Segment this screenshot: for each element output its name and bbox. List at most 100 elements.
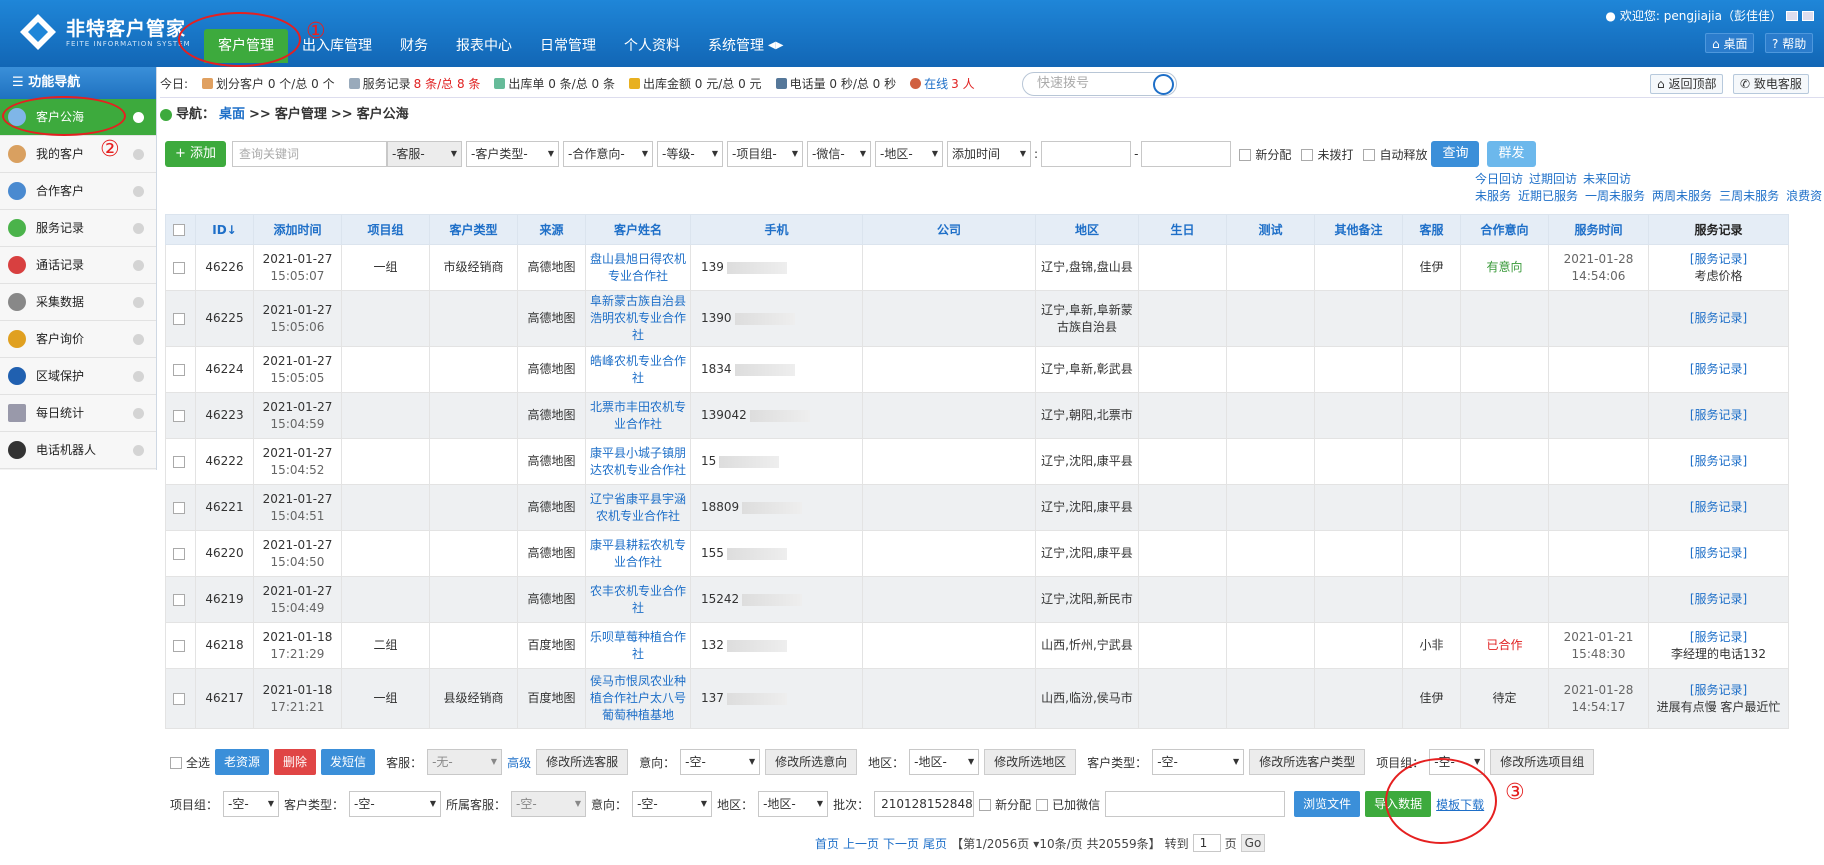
import-region-select[interactable]: -地区- xyxy=(758,791,829,817)
mail-icon[interactable] xyxy=(1786,10,1798,21)
row-select[interactable] xyxy=(165,290,196,347)
cell-name[interactable]: 乐呗草莓种植合作社 xyxy=(585,622,691,669)
sidebar-item-inquiries[interactable]: 客户询价 xyxy=(0,321,156,358)
cell-name[interactable]: 阜新蒙古族自治县浩明农机专业合作社 xyxy=(585,290,691,347)
import-group-select[interactable]: -空- xyxy=(223,791,280,817)
table-row[interactable]: 46221 2021-01-27 15:04:51 高德地图 辽宁省康平县宇涵农机专业合… xyxy=(165,484,1789,531)
new-assign-check-import[interactable]: 新分配 xyxy=(979,796,1031,813)
cell-name[interactable]: 康平县耕耘农机专业合作社 xyxy=(585,530,691,577)
wechat-added-check[interactable]: 已加微信 xyxy=(1036,796,1100,813)
delete-button[interactable]: 删除 xyxy=(274,749,317,775)
import-intent-select[interactable]: -空- xyxy=(632,791,713,817)
table-row[interactable]: 46218 2021-01-18 17:21:29 二组 百度地图 乐呗草莓种植合作社 13… xyxy=(165,622,1789,669)
table-row[interactable]: 46219 2021-01-27 15:04:49 高德地图 农丰农机专业合作社 1524… xyxy=(165,576,1789,623)
table-row[interactable]: 46217 2021-01-18 17:21:21 一组 县级经销商 百度地图 侯马市恨凤农… xyxy=(165,668,1789,729)
modify-region-button[interactable]: 修改所选地区 xyxy=(984,749,1077,775)
customer-name-link[interactable]: 侯马市恨凤农业种植合作社户太八号葡萄种植基地 xyxy=(590,674,686,722)
customer-name-link[interactable]: 辽宁省康平县宇涵农机专业合作社 xyxy=(590,492,686,523)
add-time-select[interactable]: 添加时间 xyxy=(947,141,1032,167)
prev-page-link[interactable]: 上一页 xyxy=(843,835,879,852)
row-select[interactable] xyxy=(165,622,196,669)
add-button[interactable]: + 添加 xyxy=(165,141,227,167)
link-waste[interactable]: 浪费资 xyxy=(1786,187,1822,204)
bulk-send-button[interactable]: 群发 xyxy=(1487,141,1536,167)
sidebar-item-my-customers[interactable]: 我的客户 xyxy=(0,136,156,173)
level-select[interactable]: -等级- xyxy=(657,141,724,167)
bulk-region-select[interactable]: -地区- xyxy=(909,749,980,775)
bulk-cs-select[interactable]: -无- xyxy=(427,749,503,775)
link-expired-visit[interactable]: 过期回访 xyxy=(1529,170,1577,187)
tab-profile[interactable]: 个人资料 xyxy=(610,29,694,63)
project-group-select[interactable]: -项目组- xyxy=(727,141,804,167)
intent-select[interactable]: -合作意向- xyxy=(563,141,654,167)
row-select[interactable] xyxy=(165,576,196,623)
service-record-link[interactable]: [服务记录] xyxy=(1690,592,1747,606)
sidebar-item-phone-robot[interactable]: 电话机器人 xyxy=(0,432,156,469)
sidebar-item-service-records[interactable]: 服务记录 xyxy=(0,210,156,247)
sidebar-item-region-protect[interactable]: 区域保护 xyxy=(0,358,156,395)
send-sms-button[interactable]: 发短信 xyxy=(321,749,376,775)
link-one-week[interactable]: 一周未服务 xyxy=(1585,187,1645,204)
sidebar-item-partners[interactable]: 合作客户 xyxy=(0,173,156,210)
col-id[interactable]: ID↓ xyxy=(195,214,254,245)
per-page-select[interactable]: ▾10条/页 共20559条】 xyxy=(1033,835,1160,852)
row-select[interactable] xyxy=(165,244,196,291)
customer-name-link[interactable]: 乐呗草莓种植合作社 xyxy=(590,630,686,661)
link-today-visit[interactable]: 今日回访 xyxy=(1475,170,1523,187)
help-button[interactable]: ? 帮助 xyxy=(1765,33,1814,53)
cell-name[interactable]: 侯马市恨凤农业种植合作社户太八号葡萄种植基地 xyxy=(585,668,691,729)
date-from-input[interactable] xyxy=(1041,141,1132,167)
dial-phone-icon[interactable] xyxy=(1153,74,1174,95)
service-record-link[interactable]: [服务记录] xyxy=(1690,252,1747,266)
row-select[interactable] xyxy=(165,668,196,729)
link-two-weeks[interactable]: 两周未服务 xyxy=(1652,187,1712,204)
advanced-link[interactable]: 高级 xyxy=(507,754,531,771)
link-three-weeks[interactable]: 三周未服务 xyxy=(1719,187,1779,204)
first-page-link[interactable]: 首页 xyxy=(815,835,839,852)
bulk-type-select[interactable]: -空- xyxy=(1152,749,1245,775)
tab-daily[interactable]: 日常管理 xyxy=(526,29,610,63)
nav-scroll-arrows-icon[interactable]: ◀▶ xyxy=(768,40,783,51)
service-record-link[interactable]: [服务记录] xyxy=(1690,500,1747,514)
stat-online[interactable]: 在线 3 人 xyxy=(910,75,975,92)
modify-group-button[interactable]: 修改所选项目组 xyxy=(1490,749,1595,775)
customer-name-link[interactable]: 康平县耕耘农机专业合作社 xyxy=(590,538,686,569)
link-future-visit[interactable]: 未来回访 xyxy=(1583,170,1631,187)
desktop-button[interactable]: ⌂ 桌面 xyxy=(1705,33,1755,53)
call-service-button[interactable]: ✆ 致电客服 xyxy=(1733,74,1809,94)
back-to-top-button[interactable]: ⌂ 返回顶部 xyxy=(1650,74,1724,94)
modify-cs-button[interactable]: 修改所选客服 xyxy=(536,749,629,775)
table-row[interactable]: 46224 2021-01-27 15:05:05 高德地图 皓峰农机专业合作社 1834… xyxy=(165,346,1789,393)
service-record-link[interactable]: [服务记录] xyxy=(1690,630,1747,644)
service-record-link[interactable]: [服务记录] xyxy=(1690,362,1747,376)
cell-name[interactable]: 盘山县旭日得农机专业合作社 xyxy=(585,244,691,291)
table-row[interactable]: 46223 2021-01-27 15:04:59 高德地图 北票市丰田农机专业合作社 1… xyxy=(165,392,1789,439)
customer-name-link[interactable]: 北票市丰田农机专业合作社 xyxy=(590,400,686,431)
row-select[interactable] xyxy=(165,438,196,485)
header-select[interactable] xyxy=(165,214,196,245)
sidebar-item-call-records[interactable]: 通话记录 xyxy=(0,247,156,284)
tab-system[interactable]: 系统管理 xyxy=(694,29,778,63)
cell-name[interactable]: 农丰农机专业合作社 xyxy=(585,576,691,623)
keyword-input[interactable]: 查询关键词 xyxy=(232,141,388,167)
cell-name[interactable]: 辽宁省康平县宇涵农机专业合作社 xyxy=(585,484,691,531)
old-resource-button[interactable]: 老资源 xyxy=(215,749,270,775)
link-recent-served[interactable]: 近期已服务 xyxy=(1518,187,1578,204)
service-record-link[interactable]: [服务记录] xyxy=(1690,454,1747,468)
customer-name-link[interactable]: 皓峰农机专业合作社 xyxy=(590,354,686,385)
tab-reports[interactable]: 报表中心 xyxy=(442,29,526,63)
customer-name-link[interactable]: 农丰农机专业合作社 xyxy=(590,584,686,615)
auto-release-check[interactable]: 自动释放 xyxy=(1363,146,1427,163)
customer-name-link[interactable]: 阜新蒙古族自治县浩明农机专业合作社 xyxy=(590,294,686,342)
select-all-check[interactable]: 全选 xyxy=(170,754,210,771)
sidebar-item-collected-data[interactable]: 采集数据 xyxy=(0,284,156,321)
next-page-link[interactable]: 下一页 xyxy=(883,835,919,852)
batch-input[interactable]: 210128152848 xyxy=(874,791,975,817)
table-row[interactable]: 46222 2021-01-27 15:04:52 高德地图 康平县小城子镇朋达农机专业… xyxy=(165,438,1789,485)
modify-type-button[interactable]: 修改所选客户类型 xyxy=(1249,749,1366,775)
monitor-icon[interactable] xyxy=(1802,10,1814,21)
last-page-link[interactable]: 尾页 xyxy=(923,835,947,852)
table-row[interactable]: 46225 2021-01-27 15:05:06 高德地图 阜新蒙古族自治县浩明农机专… xyxy=(165,290,1789,347)
go-button[interactable]: Go xyxy=(1240,834,1266,852)
file-path-input[interactable] xyxy=(1105,791,1286,817)
